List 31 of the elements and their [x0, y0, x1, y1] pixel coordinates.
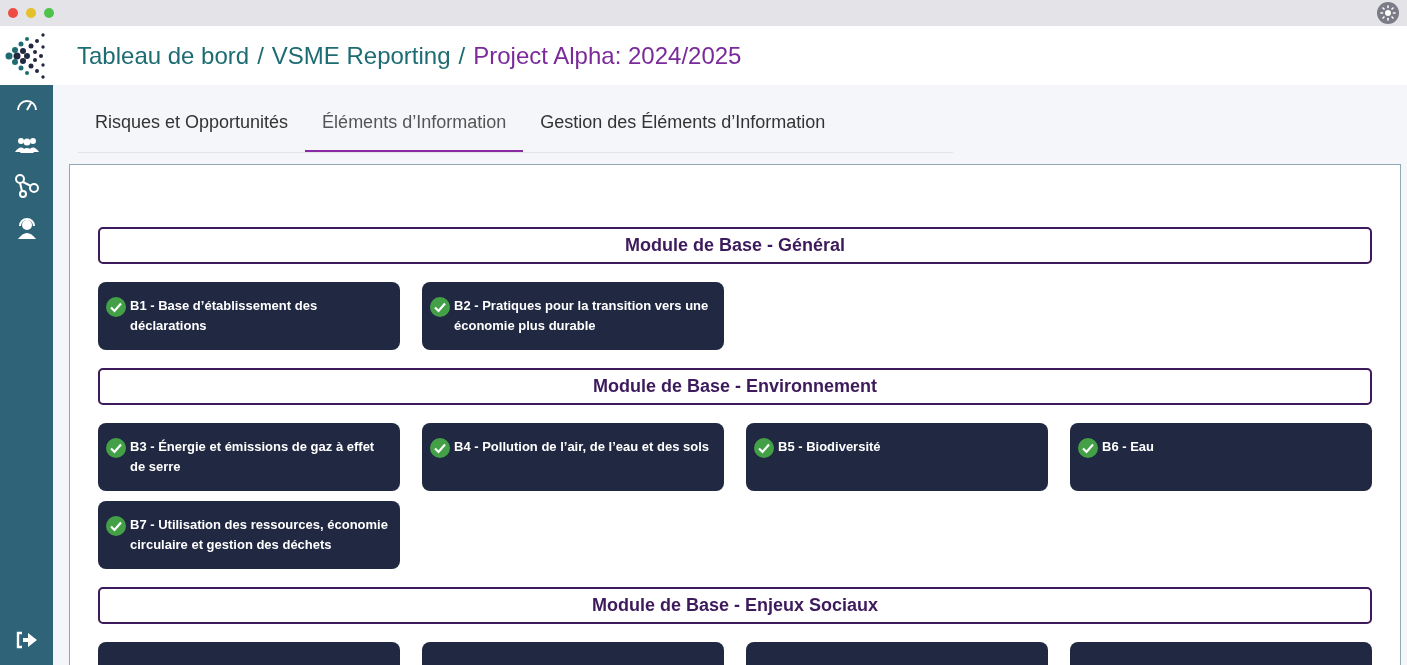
theme-toggle-icon[interactable] [1377, 2, 1399, 24]
section-heading: Module de Base - Environnement [98, 368, 1372, 405]
disclosure-card[interactable]: B6 - Eau [1070, 423, 1372, 491]
disclosure-card[interactable]: B5 - Biodiversité [746, 423, 1048, 491]
breadcrumb-link[interactable]: VSME Reporting [271, 37, 451, 74]
tab[interactable]: Gestion des Éléments d’Information [523, 101, 843, 152]
card-title: B3 - Énergie et émissions de gaz à effet de serre [130, 438, 376, 476]
network-icon[interactable] [13, 173, 40, 199]
disclosure-card[interactable]: B4 - Pollution de l’air, de l’eau et des sols [422, 423, 724, 491]
minimize-window-dot[interactable] [26, 8, 36, 18]
card-title: B6 - Eau [1102, 438, 1154, 456]
breadcrumb-current: Project Alpha: 2024/2025 [473, 40, 742, 71]
card-title: B4 - Pollution de l’air, de l’eau et des sols [454, 438, 709, 456]
maximize-window-dot[interactable] [44, 8, 54, 18]
breadcrumb-separator: / [458, 40, 466, 71]
disclosure-card[interactable]: B7 - Utilisation des ressources, économie circulaire et gestion des déchets [98, 501, 400, 569]
card-title: B2 - Pratiques pour la transition vers une économie plus durable [454, 297, 710, 335]
disclosure-card[interactable]: B2 - Pratiques pour la transition vers une économie plus durable [422, 282, 724, 350]
breadcrumb-separator: / [257, 40, 264, 71]
tab[interactable]: Risques et Opportunités [78, 101, 306, 152]
disclosure-card[interactable]: B1 - Base d’établissement des déclarations [98, 282, 400, 350]
disclosure-card[interactable]: B3 - Énergie et émissions de gaz à effet de serre [98, 423, 400, 491]
card-title: B5 - Biodiversité [778, 438, 881, 456]
breadcrumb-link[interactable]: Tableau de bord [77, 37, 250, 74]
close-window-dot[interactable] [8, 8, 18, 18]
card-title: B1 - Base d’établissement des déclarations [130, 297, 319, 335]
logout-icon[interactable] [15, 631, 38, 649]
tab[interactable]: Éléments d’Information [305, 101, 524, 152]
section-heading: Module de Base - Général [98, 227, 1372, 264]
section-heading: Module de Base - Enjeux Sociaux [98, 587, 1372, 624]
card-title: B7 - Utilisation des ressources, économie circulaire et gestion des déchets [130, 516, 389, 554]
